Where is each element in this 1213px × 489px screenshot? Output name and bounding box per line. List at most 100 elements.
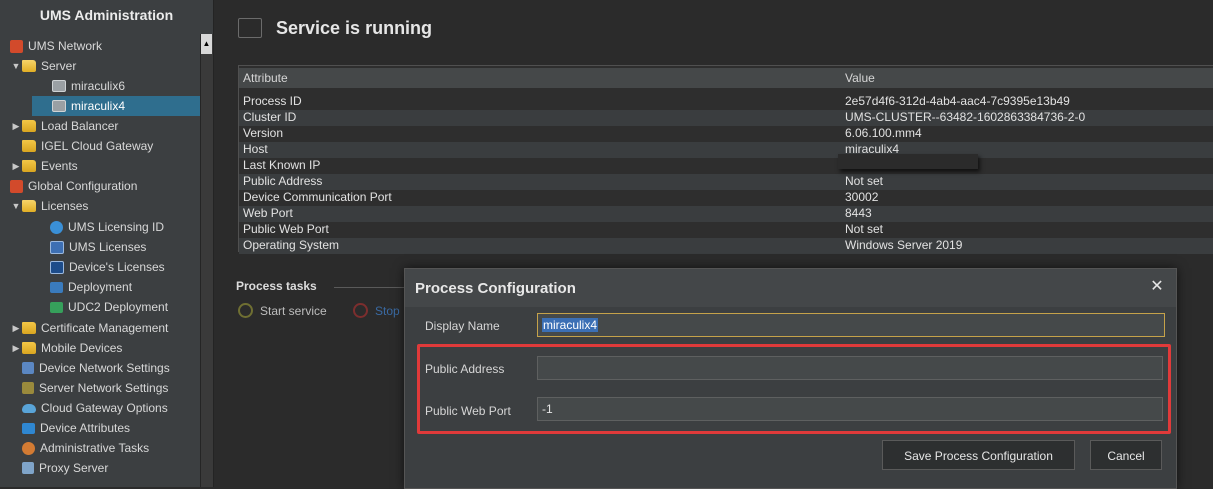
display-name-label: Display Name <box>425 319 500 333</box>
tree-label: Deployment <box>68 280 133 294</box>
cell-value: 30002 <box>845 190 879 204</box>
table-row[interactable]: Web Port 8443 <box>239 206 1213 222</box>
cell-attribute: Cluster ID <box>243 110 297 124</box>
display-name-field[interactable]: miraculix4 <box>537 313 1165 337</box>
annotation-highlight-box <box>417 344 1171 434</box>
attributes-icon <box>22 422 35 434</box>
tree-item-server-network-settings[interactable]: Server Network Settings <box>22 378 168 398</box>
folder-icon <box>22 322 36 334</box>
tree-item-miraculix4[interactable]: miraculix4 <box>32 96 200 116</box>
tree-item-global-configuration[interactable]: Global Configuration <box>10 176 137 196</box>
dialog-titlebar[interactable]: Process Configuration ✕ <box>405 269 1176 307</box>
collapsed-arrow-icon[interactable]: ▶ <box>10 318 22 338</box>
tree-item-ums-network[interactable]: UMS Network <box>10 36 102 56</box>
tree-label: miraculix4 <box>71 99 126 113</box>
tree-label: Mobile Devices <box>41 341 123 355</box>
table-row[interactable]: Device Communication Port 30002 <box>239 190 1213 206</box>
tree-label: Device Attributes <box>40 421 131 435</box>
deployment-icon <box>50 281 63 293</box>
cell-attribute: Last Known IP <box>243 158 321 172</box>
cell-attribute: Host <box>243 142 268 156</box>
expanded-arrow-icon[interactable]: ▼ <box>10 196 22 216</box>
tree-item-events[interactable]: ▶ Events <box>10 156 78 176</box>
cell-attribute: Process ID <box>243 94 302 108</box>
table-row[interactable]: Process ID 2e57d4f6-312d-4ab4-aac4-7c939… <box>239 94 1213 110</box>
cell-attribute: Version <box>243 126 284 140</box>
device-license-icon <box>50 260 64 274</box>
udc2-icon <box>50 301 63 313</box>
scroll-up-icon[interactable]: ▲ <box>201 34 212 54</box>
start-service-button[interactable]: Start service <box>238 303 327 318</box>
table-row[interactable]: Last Known IP <box>239 158 1213 174</box>
stop-service-button[interactable]: Stop <box>353 303 400 318</box>
table-row[interactable]: Operating System Windows Server 2019 <box>239 238 1213 254</box>
attribute-table: Attribute Value Process ID 2e57d4f6-312d… <box>238 65 1213 254</box>
cell-value: Not set <box>845 222 884 236</box>
collapsed-arrow-icon[interactable]: ▶ <box>10 338 22 358</box>
save-process-configuration-button[interactable]: Save Process Configuration <box>882 440 1075 470</box>
tree-label: miraculix6 <box>71 79 126 93</box>
folder-icon <box>22 160 36 172</box>
sidebar-scrollbar[interactable]: ▲ <box>200 34 213 487</box>
tree-item-licenses[interactable]: ▼ Licenses <box>10 196 89 216</box>
tree-label: UMS Licenses <box>69 240 147 254</box>
tree-item-load-balancer[interactable]: ▶ Load Balancer <box>10 116 119 136</box>
cell-value: 8443 <box>845 206 872 220</box>
tree-label: Cloud Gateway Options <box>41 401 168 415</box>
tree-item-certificate-management[interactable]: ▶ Certificate Management <box>10 318 169 338</box>
table-row[interactable]: Public Address Not set <box>239 174 1213 190</box>
stop-service-label: Stop <box>375 303 400 318</box>
license-icon <box>50 240 64 254</box>
close-icon[interactable]: ✕ <box>1147 277 1167 297</box>
tree-label: UMS Licensing ID <box>68 220 165 234</box>
folder-icon <box>22 140 36 152</box>
tree-label: UDC2 Deployment <box>68 300 169 314</box>
tree-label: Administrative Tasks <box>40 441 150 455</box>
start-service-label: Start service <box>260 303 327 318</box>
expanded-arrow-icon[interactable]: ▼ <box>10 56 22 76</box>
cell-value: 2e57d4f6-312d-4ab4-aac4-7c9395e13b49 <box>845 94 1070 108</box>
tree-item-ums-licenses[interactable]: UMS Licenses <box>50 237 146 257</box>
tree-item-deployment[interactable]: Deployment <box>50 277 132 297</box>
tree-item-miraculix6[interactable]: miraculix6 <box>52 76 125 96</box>
collapsed-arrow-icon[interactable]: ▶ <box>10 116 22 136</box>
redacted-ip-overlay <box>838 154 978 169</box>
cell-value: Windows Server 2019 <box>845 238 963 252</box>
dialog-title: Process Configuration <box>415 280 576 297</box>
tree-item-devices-licenses[interactable]: Device's Licenses <box>50 257 165 277</box>
table-row[interactable]: Host miraculix4 <box>239 142 1213 158</box>
table-row[interactable]: Cluster ID UMS-CLUSTER--63482-1602863384… <box>239 110 1213 126</box>
tree-label: Licenses <box>41 199 89 213</box>
tree-item-ums-licensing-id[interactable]: UMS Licensing ID <box>50 217 164 237</box>
collapsed-arrow-icon[interactable]: ▶ <box>10 156 22 176</box>
tree-item-administrative-tasks[interactable]: Administrative Tasks <box>22 438 149 458</box>
display-name-value: miraculix4 <box>542 318 599 332</box>
tree-label: UMS Network <box>28 39 103 53</box>
server-network-icon <box>22 382 34 394</box>
sidebar-title: UMS Administration <box>0 0 213 32</box>
cancel-button[interactable]: Cancel <box>1090 440 1162 470</box>
table-row[interactable]: Version 6.06.100.mm4 <box>239 126 1213 142</box>
divider <box>334 287 409 288</box>
cell-attribute: Web Port <box>243 206 293 220</box>
tree-item-device-network-settings[interactable]: Device Network Settings <box>22 358 170 378</box>
tree-label: Server Network Settings <box>39 381 169 395</box>
tree-item-igel-cloud-gateway[interactable]: IGEL Cloud Gateway <box>22 136 153 156</box>
folder-icon <box>22 342 36 354</box>
cell-value: Not set <box>845 174 884 188</box>
tree-item-server[interactable]: ▼ Server <box>10 56 77 76</box>
column-header-attribute[interactable]: Attribute <box>239 68 844 88</box>
service-status-icon <box>238 18 262 38</box>
tree-item-mobile-devices[interactable]: ▶ Mobile Devices <box>10 338 123 358</box>
folder-open-icon <box>22 60 36 72</box>
folder-icon <box>22 120 36 132</box>
page-title: Service is running <box>276 18 433 38</box>
table-row[interactable]: Public Web Port Not set <box>239 222 1213 238</box>
proxy-icon <box>22 462 34 474</box>
tree-item-udc2-deployment[interactable]: UDC2 Deployment <box>50 297 168 317</box>
column-header-value[interactable]: Value <box>841 68 1213 88</box>
tree-item-proxy-server[interactable]: Proxy Server <box>22 458 108 478</box>
licensing-id-icon <box>50 220 63 234</box>
tree-item-device-attributes[interactable]: Device Attributes <box>22 418 130 438</box>
tree-item-cloud-gateway-options[interactable]: Cloud Gateway Options <box>22 398 168 418</box>
